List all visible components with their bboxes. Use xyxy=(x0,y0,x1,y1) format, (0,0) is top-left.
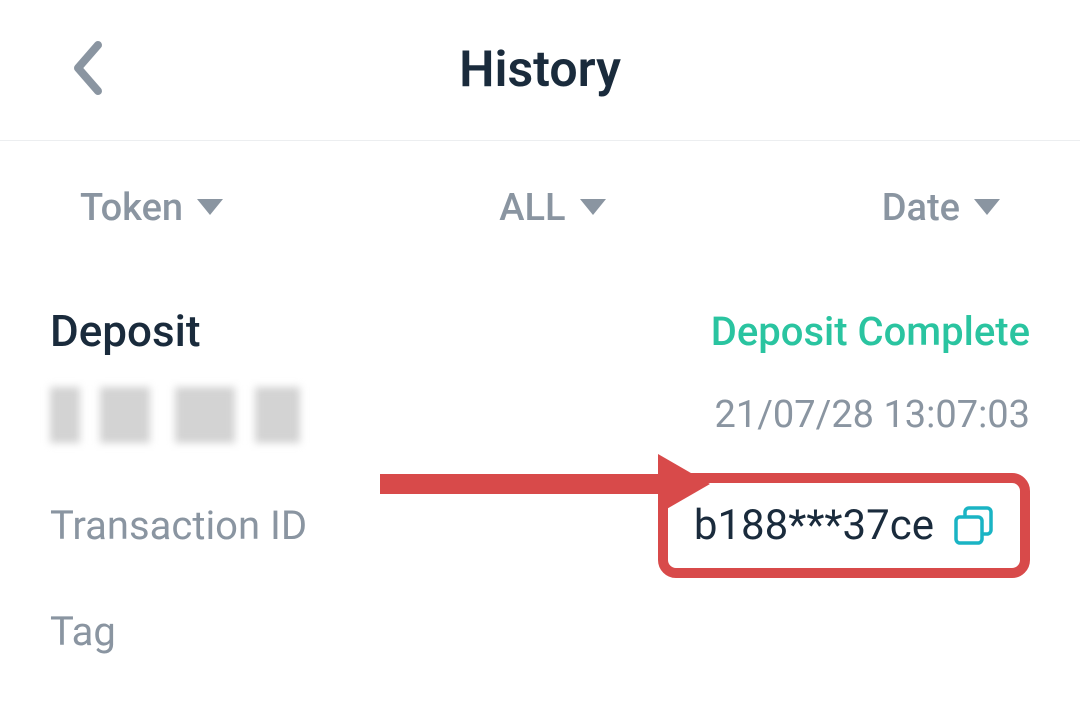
caret-down-icon xyxy=(197,199,223,217)
filter-all-label: ALL xyxy=(499,186,565,230)
copy-icon xyxy=(954,506,994,546)
status-badge: Deposit Complete xyxy=(711,308,1030,355)
transaction-list: Deposit Deposit Complete 21/07/28 13:07:… xyxy=(0,275,1080,655)
transaction-header-row: Deposit Deposit Complete xyxy=(50,305,1030,357)
filter-date[interactable]: Date xyxy=(882,186,1000,230)
header: History xyxy=(0,0,1080,140)
filter-token[interactable]: Token xyxy=(80,186,223,230)
filter-bar: Token ALL Date xyxy=(0,141,1080,275)
page-title: History xyxy=(60,41,1020,99)
transaction-timestamp: 21/07/28 13:07:03 xyxy=(715,393,1030,437)
transaction-amount-row: 21/07/28 13:07:03 xyxy=(50,387,1030,443)
filter-all[interactable]: ALL xyxy=(499,186,605,230)
filter-token-label: Token xyxy=(80,186,183,230)
copy-button[interactable] xyxy=(954,506,994,546)
caret-down-icon xyxy=(580,199,606,217)
transaction-tag-label: Tag xyxy=(50,608,116,655)
transaction-id-highlight: b188***37ce xyxy=(658,473,1030,578)
transaction-id-value: b188***37ce xyxy=(694,501,934,550)
redacted-amount xyxy=(50,387,300,443)
caret-down-icon xyxy=(974,199,1000,217)
transaction-type: Deposit xyxy=(50,305,201,357)
transaction-id-label: Transaction ID xyxy=(50,502,307,549)
transaction-tag-row: Tag xyxy=(50,608,1030,655)
chevron-left-icon xyxy=(70,39,106,97)
filter-date-label: Date xyxy=(882,186,960,230)
transaction-id-row: Transaction ID b188***37ce xyxy=(50,473,1030,578)
back-button[interactable] xyxy=(70,39,106,101)
